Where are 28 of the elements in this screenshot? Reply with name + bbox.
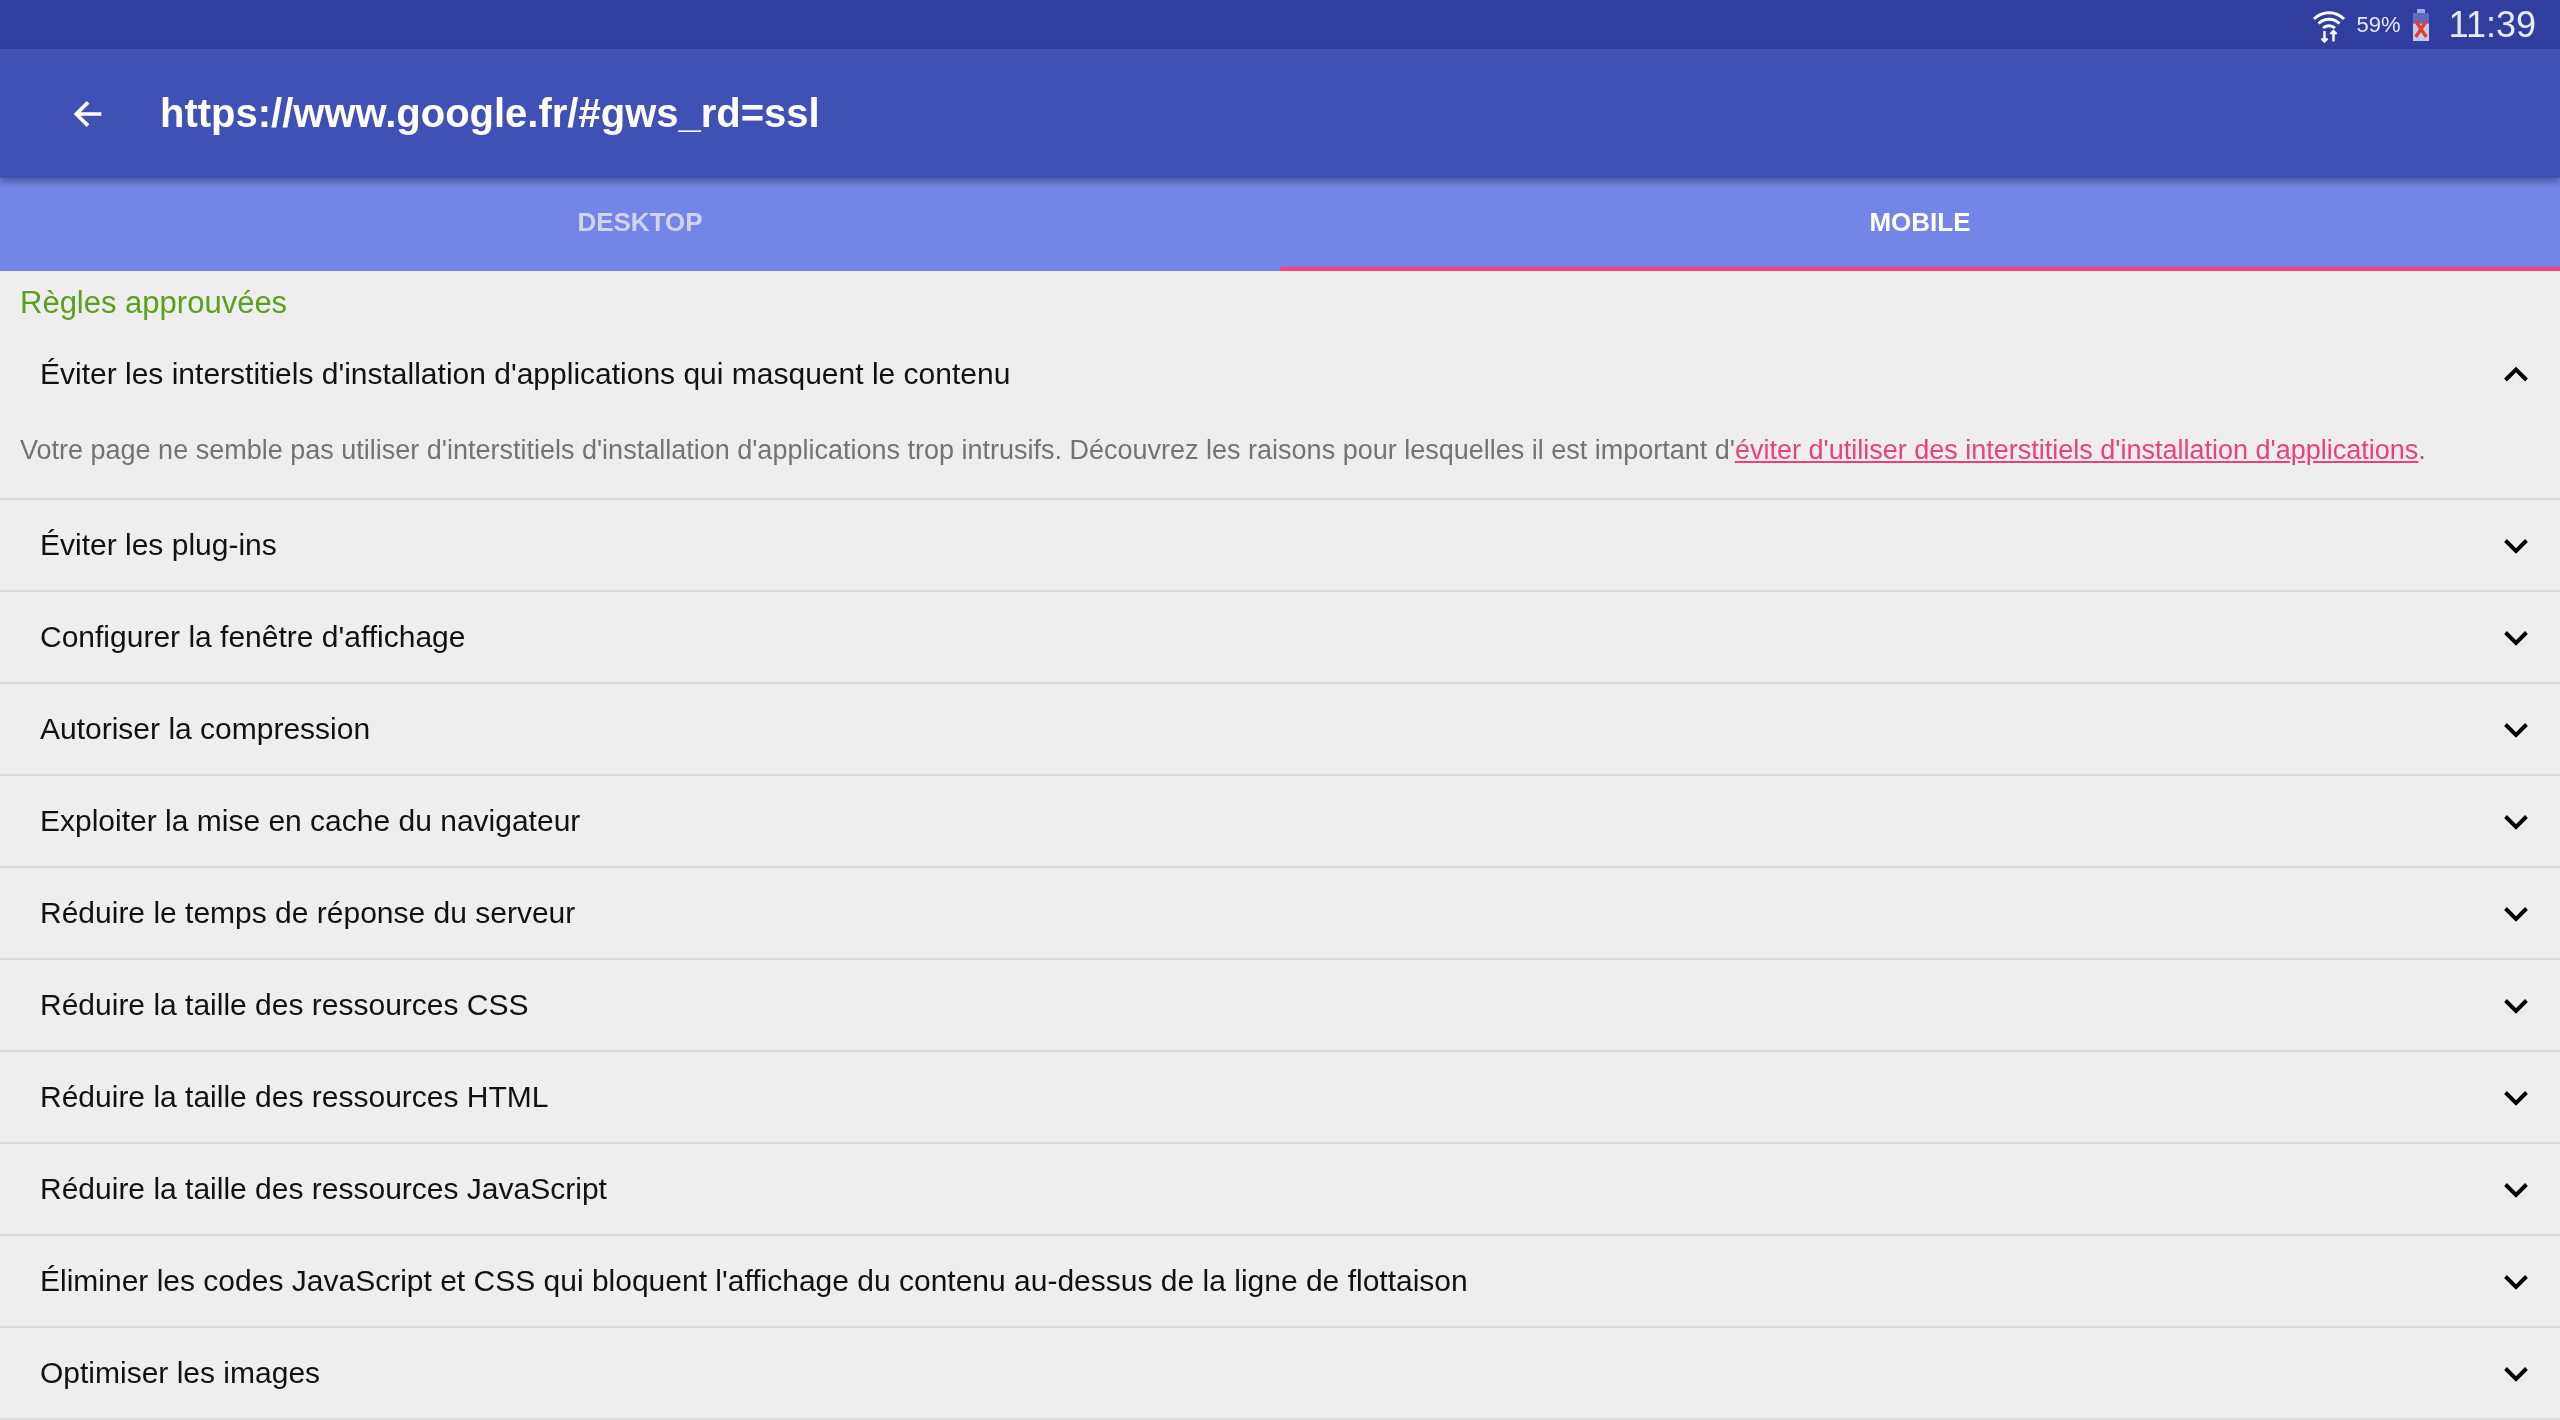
rule-row[interactable]: Réduire la taille des ressources JavaScript [0,1144,2560,1234]
rule-title: Réduire la taille des ressources CSS [40,988,529,1022]
rule-row[interactable]: Autoriser la compression [0,684,2560,774]
section-title: Règles approuvées [19,283,289,322]
rule-row[interactable]: Réduire le temps de réponse du serveur [0,868,2560,958]
page-url-title: https://www.google.fr/#gws_rd=ssl [160,91,820,137]
rule-row[interactable]: Éviter les interstitiels d'installation d'applications qui masquent le contenu [0,328,2560,419]
rule-title: Exploiter la mise en cache du navigateur [40,804,581,838]
rule-title: Configurer la fenêtre d'affichage [40,620,466,654]
rule-title: Optimiser les images [40,1356,321,1390]
rule-row[interactable]: Exploiter la mise en cache du navigateur [0,776,2560,866]
rule-row[interactable]: Réduire la taille des ressources HTML [0,1052,2560,1142]
rule-title: Éviter les interstitiels d'installation d'applications qui masquent le contenu [40,356,1011,391]
rule-title: Réduire la taille des ressources JavaScript [40,1172,607,1206]
clock-time: 11:39 [2448,3,2536,46]
rule-title: Autoriser la compression [40,712,371,746]
rule-row[interactable]: Éliminer les codes JavaScript et CSS qui bloquent l'affichage du contenu au-dessus de la ligne de flottaison [0,1236,2560,1326]
rule-title: Éviter les plug-ins [40,528,277,562]
rule-row[interactable]: Réduire la taille des ressources CSS [0,960,2560,1050]
rule-description: Votre page ne semble pas utiliser d'interstitiels d'installation d'applications trop intrusifs. Découvrez les raisons pour lesquelles il est important d'éviter d'utiliser des interstitiels d'installation d'applications. [19,433,2427,467]
battery-percent: 59% [2356,11,2401,38]
battery-icon [2410,8,2431,41]
rule-row[interactable]: Éviter les plug-ins [0,500,2560,590]
rule-title: Réduire le temps de réponse du serveur [40,896,576,930]
rule-title: Éliminer les codes JavaScript et CSS qui bloquent l'affichage du contenu au-dessus de la ligne de flottaison [40,1264,1468,1298]
rule-row[interactable]: Optimiser les images [0,1328,2560,1418]
rule-title: Réduire la taille des ressources HTML [40,1080,549,1114]
rule-row[interactable]: Configurer la fenêtre d'affichage [0,592,2560,682]
